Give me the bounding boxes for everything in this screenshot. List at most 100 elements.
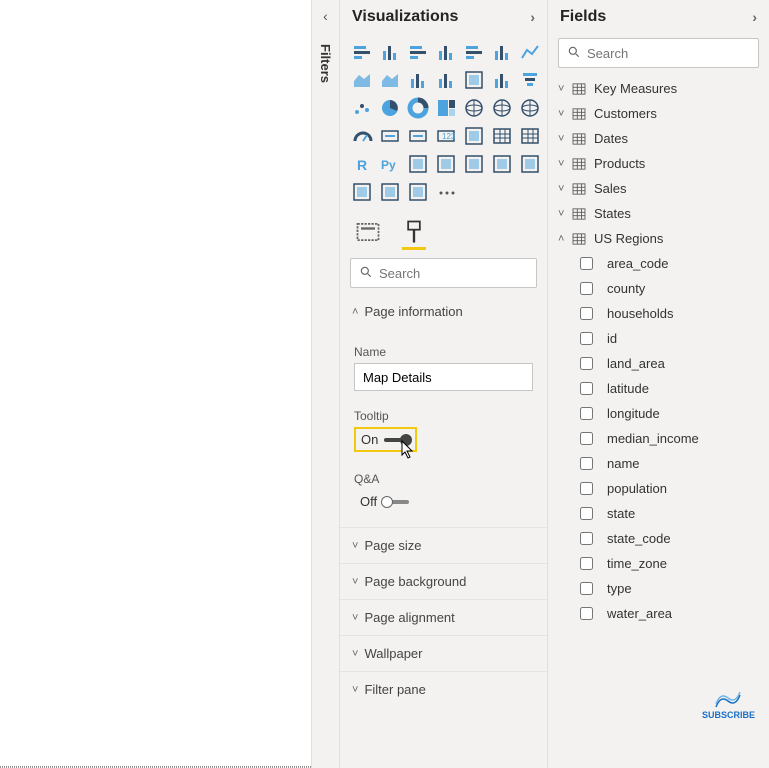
field-longitude[interactable]: longitude xyxy=(548,401,769,426)
expand-filters-chevron[interactable]: ‹ xyxy=(323,8,328,24)
field-water_area[interactable]: water_area xyxy=(548,601,769,626)
section-wallpaper[interactable]: ˅ Wallpaper xyxy=(340,635,547,671)
clustered-column-chart-icon[interactable] xyxy=(434,40,458,64)
slicer-icon[interactable] xyxy=(462,124,486,148)
stacked-area-chart-icon[interactable] xyxy=(378,68,402,92)
field-households[interactable]: households xyxy=(548,301,769,326)
field-time_zone[interactable]: time_zone xyxy=(548,551,769,576)
qa-label: Q&A xyxy=(354,472,533,486)
field-checkbox[interactable] xyxy=(580,482,593,495)
filled-map-icon[interactable] xyxy=(490,96,514,120)
field-checkbox[interactable] xyxy=(580,457,593,470)
key-influencers-icon[interactable] xyxy=(406,152,430,176)
field-latitude[interactable]: latitude xyxy=(548,376,769,401)
funnel-chart-icon[interactable] xyxy=(518,68,542,92)
table-dates[interactable]: ˅Dates xyxy=(548,126,769,151)
treemap-icon[interactable] xyxy=(434,96,458,120)
filters-pane-label[interactable]: Filters xyxy=(318,44,333,83)
field-county[interactable]: county xyxy=(548,276,769,301)
donut-chart-icon[interactable] xyxy=(406,96,430,120)
field-population[interactable]: population xyxy=(548,476,769,501)
field-state[interactable]: state xyxy=(548,501,769,526)
section-page-alignment[interactable]: ˅ Page alignment xyxy=(340,599,547,635)
table-us-regions[interactable]: ˄US Regions xyxy=(548,226,769,251)
field-checkbox[interactable] xyxy=(580,557,593,570)
collapse-visualizations-chevron[interactable]: › xyxy=(530,9,535,25)
card-icon[interactable] xyxy=(378,124,402,148)
field-checkbox[interactable] xyxy=(580,607,593,620)
page-name-input[interactable] xyxy=(354,363,533,391)
map-icon[interactable] xyxy=(462,96,486,120)
fields-search[interactable] xyxy=(558,38,759,68)
collapse-fields-chevron[interactable]: › xyxy=(752,9,757,25)
field-median_income[interactable]: median_income xyxy=(548,426,769,451)
field-checkbox[interactable] xyxy=(580,282,593,295)
r-script-visual-icon[interactable]: R xyxy=(350,152,374,176)
table-sales[interactable]: ˅Sales xyxy=(548,176,769,201)
powerapps-icon[interactable] xyxy=(378,180,402,204)
table-customers[interactable]: ˅Customers xyxy=(548,101,769,126)
smart-narrative-icon[interactable] xyxy=(490,152,514,176)
table-states[interactable]: ˅States xyxy=(548,201,769,226)
format-search[interactable] xyxy=(350,258,537,288)
field-checkbox[interactable] xyxy=(580,257,593,270)
section-page-information[interactable]: ˄ Page information xyxy=(340,294,547,329)
section-page-size[interactable]: ˅ Page size xyxy=(340,527,547,563)
stacked-bar-100-icon[interactable] xyxy=(462,40,486,64)
arcgis-icon[interactable] xyxy=(350,180,374,204)
table-key-measures[interactable]: ˅Key Measures xyxy=(548,76,769,101)
clustered-bar-chart-icon[interactable] xyxy=(406,40,430,64)
line-stacked-column-icon[interactable] xyxy=(434,68,458,92)
paginated-report-icon[interactable] xyxy=(518,152,542,176)
fields-search-input[interactable] xyxy=(587,46,750,61)
pie-chart-icon[interactable] xyxy=(378,96,402,120)
section-filter-pane[interactable]: ˅ Filter pane xyxy=(340,671,547,707)
qa-toggle-state: Off xyxy=(360,494,377,509)
name-label: Name xyxy=(354,345,533,359)
chevron-down-icon: ˅ xyxy=(352,684,358,696)
field-name[interactable]: name xyxy=(548,451,769,476)
format-tab[interactable] xyxy=(400,218,428,246)
qa-toggle[interactable]: Off xyxy=(354,490,415,513)
python-visual-icon[interactable]: Py xyxy=(378,152,402,176)
field-area_code[interactable]: area_code xyxy=(548,251,769,276)
field-checkbox[interactable] xyxy=(580,507,593,520)
qa-visual-icon[interactable] xyxy=(462,152,486,176)
table-products[interactable]: ˅Products xyxy=(548,151,769,176)
kpi-icon[interactable]: 123 xyxy=(434,124,458,148)
svg-text:R: R xyxy=(357,157,367,173)
stacked-bar-chart-icon[interactable] xyxy=(350,40,374,64)
azure-map-icon[interactable] xyxy=(518,96,542,120)
powerautomate-icon[interactable] xyxy=(406,180,430,204)
line-chart-icon[interactable] xyxy=(518,40,542,64)
stacked-column-100-icon[interactable] xyxy=(490,40,514,64)
multi-row-card-icon[interactable] xyxy=(406,124,430,148)
field-state_code[interactable]: state_code xyxy=(548,526,769,551)
field-checkbox[interactable] xyxy=(580,332,593,345)
field-checkbox[interactable] xyxy=(580,532,593,545)
field-checkbox[interactable] xyxy=(580,407,593,420)
waterfall-chart-icon[interactable] xyxy=(490,68,514,92)
field-checkbox[interactable] xyxy=(580,432,593,445)
field-checkbox[interactable] xyxy=(580,357,593,370)
format-search-input[interactable] xyxy=(379,266,528,281)
field-checkbox[interactable] xyxy=(580,582,593,595)
line-clustered-column-icon[interactable] xyxy=(406,68,430,92)
report-canvas[interactable] xyxy=(0,0,311,768)
scatter-chart-icon[interactable] xyxy=(350,96,374,120)
gauge-icon[interactable] xyxy=(350,124,374,148)
field-type[interactable]: type xyxy=(548,576,769,601)
stacked-column-chart-icon[interactable] xyxy=(378,40,402,64)
field-id[interactable]: id xyxy=(548,326,769,351)
area-chart-icon[interactable] xyxy=(350,68,374,92)
section-page-background[interactable]: ˅ Page background xyxy=(340,563,547,599)
ribbon-chart-icon[interactable] xyxy=(462,68,486,92)
field-checkbox[interactable] xyxy=(580,307,593,320)
matrix-icon[interactable] xyxy=(518,124,542,148)
decomposition-tree-icon[interactable] xyxy=(434,152,458,176)
fields-well-tab[interactable] xyxy=(354,218,382,246)
field-checkbox[interactable] xyxy=(580,382,593,395)
table-icon[interactable] xyxy=(490,124,514,148)
field-land_area[interactable]: land_area xyxy=(548,351,769,376)
more-visuals-icon[interactable] xyxy=(434,180,458,204)
